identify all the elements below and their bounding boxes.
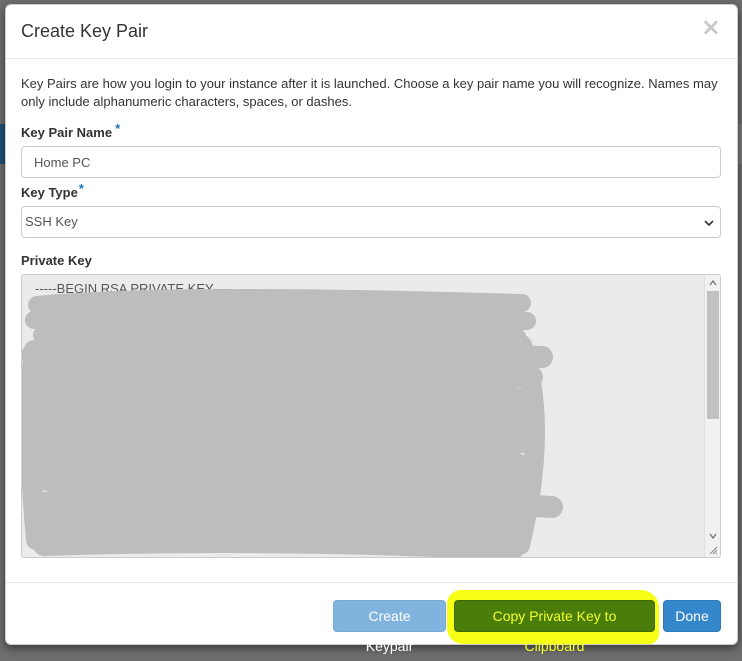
key-type-selected-value: SSH Key [25,214,78,229]
create-key-pair-dialog: Create Key Pair × Key Pairs are how you … [5,4,738,654]
required-asterisk: * [78,181,84,196]
key-type-select[interactable]: SSH Key [21,206,721,238]
scroll-up-arrow-icon[interactable] [708,278,718,288]
resize-grip-icon[interactable] [708,545,718,555]
private-key-scrollbar[interactable] [704,275,720,557]
key-pair-name-label-text: Key Pair Name [21,125,113,140]
key-pair-name-label: Key Pair Name * [21,121,720,140]
dialog-title: Create Key Pair [21,21,149,41]
key-pair-name-group: Key Pair Name * [21,121,721,178]
help-text: Key Pairs are how you login to your inst… [21,76,718,109]
private-key-label: Private Key [21,253,92,268]
private-key-group: Private Key -----BEGIN RSA PRIVATE KEY--… [21,253,721,558]
key-type-group: Key Type* SSH Key [21,181,721,238]
background-page-dark-strip-right [738,124,742,164]
required-asterisk: * [115,121,121,136]
done-button[interactable]: Done [663,600,721,632]
dialog-footer: Create Keypair Copy Private Key to Clipb… [6,582,737,654]
chevron-down-icon [704,220,714,227]
create-keypair-button[interactable]: Create Keypair [333,600,446,654]
redaction-scribble [22,289,563,557]
key-pair-name-input[interactable] [21,146,721,178]
close-icon[interactable]: × [701,15,721,39]
scrollbar-thumb[interactable] [707,291,719,419]
dialog-header: Create Key Pair × [6,5,737,59]
key-type-label: Key Type* [21,181,720,200]
scroll-down-arrow-icon[interactable] [708,531,718,541]
key-type-label-text: Key Type [21,185,78,200]
private-key-textarea[interactable]: -----BEGIN RSA PRIVATE KEY----- [21,274,721,558]
dialog-body: Key Pairs are how you login to your inst… [6,75,737,558]
copy-private-key-button[interactable]: Copy Private Key to Clipboard [454,600,655,654]
